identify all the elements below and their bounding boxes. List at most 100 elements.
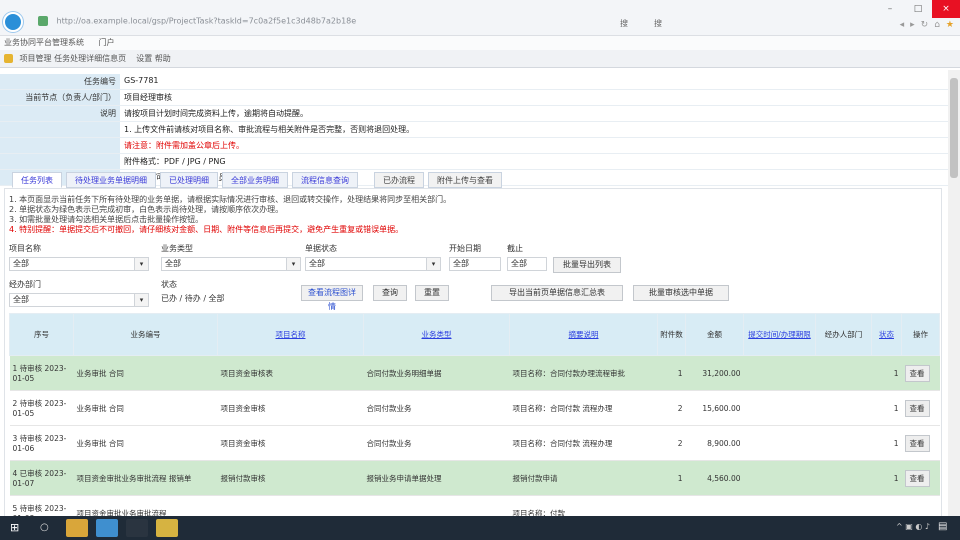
table-cell: 1: [657, 355, 686, 391]
dept-select[interactable]: 全部 ▾: [9, 293, 149, 307]
filter-dept: 经办部门 全部 ▾: [9, 279, 149, 307]
column-header: 附件数: [657, 313, 686, 356]
filter-label: 状态: [161, 280, 177, 289]
note-line: 4. 特别提醒：单据提交后不可撤回，请仔细核对金额、日期、附件等信息后再提交，避…: [9, 225, 404, 234]
filter-type: 业务类型 全部 ▾: [161, 243, 301, 271]
batch-audit-button[interactable]: 批量审核选中单据: [633, 285, 729, 301]
reset-button[interactable]: 重置: [415, 285, 449, 301]
browser-taskbar-icon[interactable]: [96, 519, 118, 537]
table-cell: [363, 495, 510, 516]
info-value: 项目经理审核: [120, 89, 948, 106]
status-select[interactable]: 全部 ▾: [305, 257, 441, 271]
filter-end: 截止 全部: [507, 243, 547, 271]
table-cell: [743, 460, 816, 496]
row-view-button[interactable]: 查看: [904, 469, 930, 487]
search-button[interactable]: 搜: [620, 18, 628, 29]
info-label: 任务编号: [0, 74, 120, 90]
table-cell: 业务审批 合同: [73, 390, 218, 426]
system-tray[interactable]: ^ ▣ ◐ ♪: [896, 522, 930, 531]
table-row[interactable]: 2 待审核 2023-01-05 业务审批 合同 项目资金审核 合同付款业务 项目名称：…: [9, 390, 940, 426]
home-icon[interactable]: ⌂: [934, 20, 940, 30]
browser-logo-icon[interactable]: [3, 12, 23, 32]
maximize-button[interactable]: □: [904, 0, 932, 18]
sub-tab[interactable]: 附件上传与查看: [428, 172, 502, 188]
table-row[interactable]: 5 待审核 2023-01-08项目资金审批业务审批流程 项目名称：付款: [9, 495, 940, 516]
type-select[interactable]: 全部 ▾: [161, 257, 301, 271]
table-cell: [743, 355, 816, 391]
sub-tab[interactable]: 流程信息查询: [292, 172, 358, 188]
row-view-button[interactable]: 查看: [904, 434, 930, 452]
forward-icon[interactable]: ▸: [910, 20, 915, 30]
sub-tab[interactable]: 已办流程: [374, 172, 424, 188]
table-cell: 项目资金审批业务审批流程 报销单: [73, 460, 218, 496]
file-explorer-icon[interactable]: [66, 519, 88, 537]
start-date-input[interactable]: 全部: [449, 257, 501, 271]
minimize-button[interactable]: –: [876, 0, 904, 18]
scrollbar-thumb[interactable]: [950, 78, 958, 178]
column-header[interactable]: 提交时间/办理期限: [743, 313, 816, 356]
search-menu-button[interactable]: 搜: [654, 18, 662, 29]
address-bar-url: http://oa.example.local/gsp/ProjectTask?…: [56, 16, 357, 26]
tab-active[interactable]: 项目管理 任务处理详细信息页: [20, 54, 127, 63]
table-cell: 3 待审核 2023-01-06: [9, 425, 74, 461]
select-value: 全部: [309, 259, 325, 268]
table-cell: 2 待审核 2023-01-05: [9, 390, 74, 426]
table-cell: 项目名称：合同付款 流程办理: [509, 390, 658, 426]
table-cell: 报销付款审核: [217, 460, 364, 496]
table-row[interactable]: 1 待审核 2023-01-05 业务审批 合同 项目资金审核表 合同付款业务明细单据…: [9, 355, 940, 391]
state-radio-group[interactable]: 已办 / 待办 / 全部: [161, 293, 281, 304]
export-list-button[interactable]: 批量导出列表: [553, 257, 621, 273]
start-menu-icon[interactable]: ⊞: [10, 522, 22, 534]
table-row[interactable]: 3 待审核 2023-01-06 业务审批 合同 项目资金审核 合同付款业务 项目名称：…: [9, 425, 940, 461]
info-row: 附件格式：PDF / JPG / PNG: [0, 153, 948, 170]
tab-menu[interactable]: 设置 帮助: [136, 54, 171, 63]
table-cell: [901, 495, 940, 516]
column-header: 经办人部门: [815, 313, 872, 356]
sub-tab[interactable]: 已处理明细: [160, 172, 218, 188]
column-header[interactable]: 摘要说明: [509, 313, 658, 356]
table-cell: 项目资金审核: [217, 390, 364, 426]
refresh-icon[interactable]: ↻: [921, 20, 929, 30]
column-header[interactable]: 业务类型: [363, 313, 510, 356]
info-label: 当前节点（负责人/部门）: [0, 89, 120, 106]
close-button[interactable]: ×: [932, 0, 960, 18]
bookmark-item[interactable]: 业务协同平台管理系统: [4, 38, 84, 47]
table-cell: 2: [657, 390, 686, 426]
row-view-button[interactable]: 查看: [904, 399, 930, 417]
address-bar[interactable]: http://oa.example.local/gsp/ProjectTask?…: [38, 16, 598, 30]
sub-tab[interactable]: 任务列表: [12, 172, 62, 188]
info-value: 请按项目计划时间完成资料上传，逾期将自动提醒。: [120, 105, 948, 122]
toolbar-icons: ◂ ▸ ↻ ⌂ ★: [900, 20, 954, 30]
filter-label: 业务类型: [161, 244, 193, 253]
task-info-table: 任务编号 GS-7781 当前节点（负责人/部门） 项目经理审核 说明 请按项目计划时间完…: [0, 74, 948, 186]
table-cell: 查看: [901, 390, 940, 426]
table-cell: 业务审批 合同: [73, 355, 218, 391]
app2-taskbar-icon[interactable]: [156, 519, 178, 537]
project-select[interactable]: 全部 ▾: [9, 257, 149, 271]
column-header[interactable]: 状态: [871, 313, 902, 356]
table-cell: 合同付款业务: [363, 390, 510, 426]
app-taskbar-icon[interactable]: [126, 519, 148, 537]
table-cell: 查看: [901, 425, 940, 461]
sub-tab[interactable]: 待处理业务单据明细: [66, 172, 156, 188]
browser-tabs: 项目管理 任务处理详细信息页 设置 帮助: [0, 50, 960, 68]
sub-tab[interactable]: 全部业务明细: [222, 172, 288, 188]
search-icon[interactable]: ○: [40, 522, 52, 534]
filter-label: 开始日期: [449, 244, 481, 253]
page-scrollbar[interactable]: [948, 70, 960, 516]
bookmark-item[interactable]: 门户: [99, 38, 115, 47]
favorite-star-icon[interactable]: ★: [946, 20, 954, 30]
query-list-button[interactable]: 查看流程图详情: [301, 285, 363, 311]
back-icon[interactable]: ◂: [900, 20, 905, 30]
column-header: 序号: [9, 313, 74, 356]
end-date-input[interactable]: 全部: [507, 257, 547, 271]
query-button[interactable]: 查询: [373, 285, 407, 301]
table-row[interactable]: 4 已审核 2023-01-07 项目资金审批业务审批流程 报销单 报销付款审核 报销…: [9, 460, 940, 496]
table-cell: 合同付款业务明细单据: [363, 355, 510, 391]
table-cell: 1: [871, 390, 902, 426]
export-summary-button[interactable]: 导出当前页单据信息汇总表: [491, 285, 623, 301]
row-view-button[interactable]: 查看: [904, 364, 930, 382]
notification-icon[interactable]: ▤: [938, 521, 950, 533]
column-header[interactable]: 项目名称: [217, 313, 364, 356]
document-table: 序号 业务编号 项目名称 业务类型 摘要说明 附件数 金额 提交时间/办理期限 经办人部门 状态操…: [9, 313, 940, 516]
